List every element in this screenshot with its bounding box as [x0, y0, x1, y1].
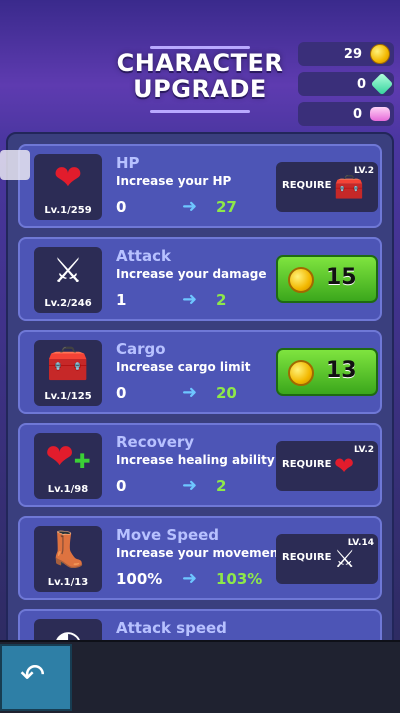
- require-label: REQUIRE: [282, 552, 332, 563]
- upgrade-description: Increase cargo limit: [116, 360, 251, 374]
- gold-coin-icon: [370, 44, 390, 64]
- upgrade-name: Cargo: [116, 340, 166, 358]
- back-arrow-icon: ↶: [20, 658, 46, 693]
- upgrade-next-value: 103%: [216, 570, 263, 588]
- upgrade-icon-box: ❤✚ Lv.1/98: [34, 433, 102, 499]
- upgrade-description: Increase your movement: [116, 546, 285, 560]
- upgrade-next-value: 2: [216, 477, 227, 495]
- require-button[interactable]: REQUIRE 🧰 LV.2: [276, 162, 378, 212]
- chest-icon: 🧰: [46, 344, 90, 384]
- upgrade-level: Lv.1/13: [47, 577, 89, 588]
- page-title: CHARACTER UPGRADE: [110, 50, 290, 102]
- upgrade-icon-box: ⚔ Lv.2/246: [34, 247, 102, 313]
- heart-icon: ❤: [334, 452, 355, 480]
- chest-icon: 🧰: [334, 173, 364, 201]
- upgrade-icon-box: ❤ Lv.1/259: [34, 154, 102, 220]
- upgrade-name: Move Speed: [116, 526, 220, 544]
- upgrade-level: Lv.1/98: [47, 484, 89, 495]
- gold-coin-icon: [288, 267, 314, 293]
- upgrade-description: Increase your HP: [116, 174, 232, 188]
- upgrade-description: Increase your damage: [116, 267, 267, 281]
- require-button[interactable]: REQUIRE ⚔ LV.14: [276, 534, 378, 584]
- upgrade-card-attack: ⚔ Lv.2/246 Attack Increase your damage 1…: [18, 237, 382, 321]
- upgrade-card-recovery: ❤✚ Lv.1/98 Recovery Increase healing abi…: [18, 423, 382, 507]
- gold-counter: 29: [298, 42, 394, 66]
- require-level: LV.2: [354, 166, 374, 176]
- upgrade-level: Lv.1/259: [44, 205, 92, 216]
- upgrade-current-value: 0: [116, 384, 127, 402]
- avatar[interactable]: [0, 150, 30, 180]
- upgrade-icon-box: 👢 Lv.1/13: [34, 526, 102, 592]
- title-line-2: UPGRADE: [133, 75, 267, 103]
- upgrade-name: Recovery: [116, 433, 195, 451]
- upgrade-name: Attack speed: [116, 619, 227, 637]
- upgrade-level: Lv.1/125: [44, 391, 92, 402]
- upgrade-current-value: 100%: [116, 570, 163, 588]
- pink-gem-counter: 0: [298, 102, 394, 126]
- upgrade-current-value: 0: [116, 198, 127, 216]
- green-gem-value: 0: [356, 76, 366, 92]
- require-button[interactable]: REQUIRE ❤ LV.2: [276, 441, 378, 491]
- green-gem-icon: [370, 72, 394, 96]
- upgrade-next-value: 20: [216, 384, 237, 402]
- green-gem-counter: 0: [298, 72, 394, 96]
- upgrade-next-value: 27: [216, 198, 237, 216]
- title-decoration: [150, 110, 250, 113]
- upgrade-name: HP: [116, 154, 140, 172]
- upgrade-description: Increase healing ability: [116, 453, 275, 467]
- heart-icon: ❤: [53, 158, 83, 198]
- crossed-swords-icon: ⚔: [334, 545, 356, 573]
- upgrade-card-hp: ❤ Lv.1/259 HP Increase your HP 0 ➜ 27 RE…: [18, 144, 382, 228]
- buy-upgrade-button[interactable]: 13: [276, 348, 378, 396]
- upgrade-next-value: 2: [216, 291, 227, 309]
- require-level: LV.14: [347, 538, 374, 548]
- arrow-right-icon: ➜: [182, 568, 198, 589]
- pink-gem-value: 0: [352, 106, 362, 122]
- require-label: REQUIRE: [282, 180, 332, 191]
- winged-boot-icon: 👢: [46, 530, 90, 570]
- upgrade-current-value: 0: [116, 477, 127, 495]
- crossed-swords-icon: ⚔: [52, 251, 84, 291]
- upgrade-current-value: 1: [116, 291, 127, 309]
- upgrade-price: 15: [326, 265, 357, 290]
- title-line-1: CHARACTER: [116, 49, 284, 77]
- gold-coin-icon: [288, 360, 314, 386]
- arrow-right-icon: ➜: [182, 196, 198, 217]
- back-button[interactable]: ↶: [0, 644, 72, 711]
- pink-gem-icon: [370, 107, 390, 121]
- heart-plus-icon: ❤✚: [45, 437, 91, 477]
- require-level: LV.2: [354, 445, 374, 455]
- gold-value: 29: [343, 46, 362, 62]
- upgrade-card-cargo: 🧰 Lv.1/125 Cargo Increase cargo limit 0 …: [18, 330, 382, 414]
- upgrade-price: 13: [326, 358, 357, 383]
- arrow-right-icon: ➜: [182, 289, 198, 310]
- upgrade-name: Attack: [116, 247, 171, 265]
- arrow-right-icon: ➜: [182, 382, 198, 403]
- upgrade-list[interactable]: ❤ Lv.1/259 HP Increase your HP 0 ➜ 27 RE…: [6, 132, 394, 652]
- upgrade-level: Lv.2/246: [44, 298, 92, 309]
- buy-upgrade-button[interactable]: 15: [276, 255, 378, 303]
- upgrade-icon-box: 🧰 Lv.1/125: [34, 340, 102, 406]
- upgrade-card-move-speed: 👢 Lv.1/13 Move Speed Increase your movem…: [18, 516, 382, 600]
- arrow-right-icon: ➜: [182, 475, 198, 496]
- require-label: REQUIRE: [282, 459, 332, 470]
